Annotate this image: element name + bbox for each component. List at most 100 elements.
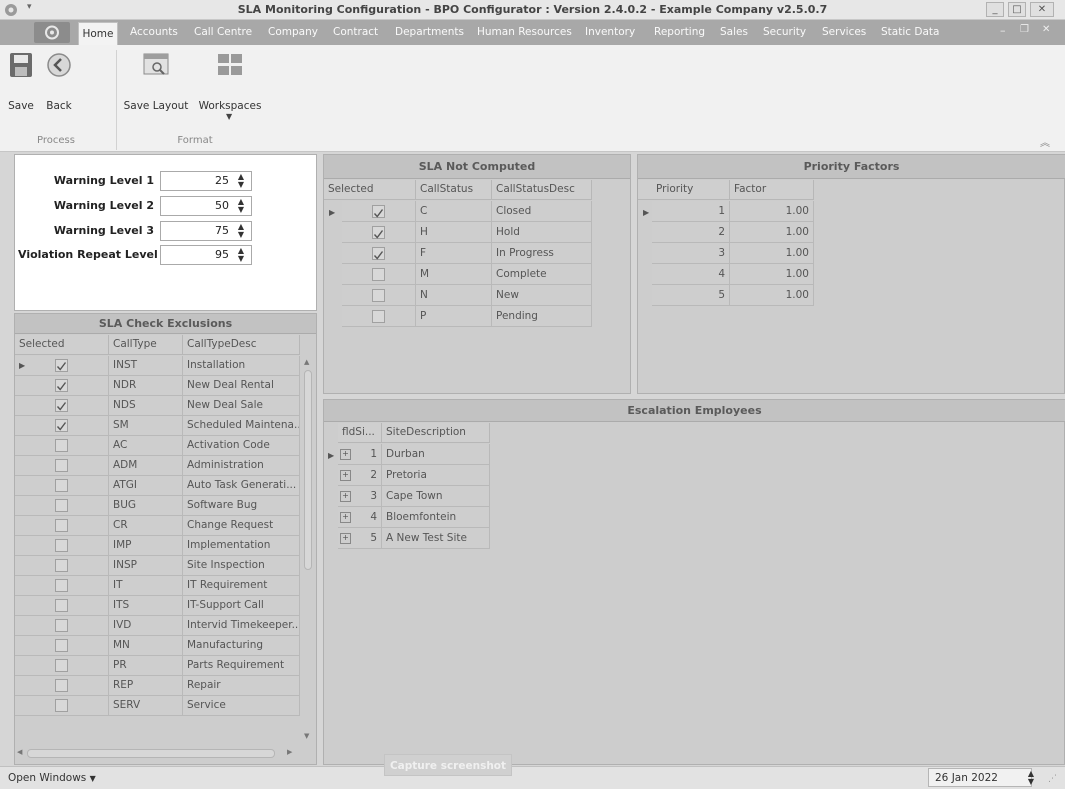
row-priority-cell[interactable]: 5 bbox=[652, 285, 730, 306]
expand-plus-icon[interactable]: + bbox=[340, 490, 351, 502]
tab-accounts[interactable]: Accounts bbox=[130, 20, 178, 45]
collapse-ribbon-icon[interactable]: ︽ bbox=[1040, 134, 1054, 149]
table-row[interactable]: BUG Software Bug bbox=[15, 496, 301, 516]
back-button[interactable]: Back bbox=[40, 52, 76, 124]
row-callstatus-cell[interactable]: N bbox=[416, 285, 492, 306]
scroll-right-icon[interactable]: ▶ bbox=[287, 748, 292, 756]
table-row[interactable]: ▶ +1 Durban bbox=[324, 444, 492, 465]
row-selected-cell[interactable] bbox=[15, 516, 109, 536]
row-sitedescription-cell[interactable]: Bloemfontein bbox=[382, 507, 490, 528]
date-field[interactable]: 26 Jan 2022 bbox=[928, 768, 1032, 787]
table-row[interactable]: INSP Site Inspection bbox=[15, 556, 301, 576]
table-row[interactable]: ITS IT-Support Call bbox=[15, 596, 301, 616]
row-priority-cell[interactable]: 3 bbox=[652, 243, 730, 264]
row-priority-cell[interactable]: 2 bbox=[652, 222, 730, 243]
row-calltype-cell[interactable]: MN bbox=[109, 636, 183, 656]
row-selected-cell[interactable] bbox=[15, 396, 109, 416]
row-calltypedesc-cell[interactable]: Repair bbox=[183, 676, 300, 696]
row-selected-cell[interactable] bbox=[342, 201, 416, 222]
row-calltype-cell[interactable]: IT bbox=[109, 576, 183, 596]
row-calltypedesc-cell[interactable]: Parts Requirement bbox=[183, 656, 300, 676]
row-selected-cell[interactable] bbox=[342, 285, 416, 306]
row-fldsite-cell[interactable]: +2 bbox=[338, 465, 382, 486]
resize-grip-icon[interactable]: ⋰ bbox=[1048, 774, 1060, 786]
date-spin-icon[interactable]: ▲ ▼ bbox=[1026, 770, 1036, 786]
row-fldsite-cell[interactable]: +5 bbox=[338, 528, 382, 549]
table-row[interactable]: 4 1.00 bbox=[638, 264, 816, 285]
table-row[interactable]: M Complete bbox=[324, 264, 594, 285]
row-selected-cell[interactable] bbox=[15, 616, 109, 636]
row-calltypedesc-cell[interactable]: New Deal Sale bbox=[183, 396, 300, 416]
checkbox-icon[interactable] bbox=[372, 288, 385, 302]
close-window-button[interactable]: ✕ bbox=[1030, 2, 1054, 17]
row-calltype-cell[interactable]: AC bbox=[109, 436, 183, 456]
row-selected-cell[interactable]: ▶ bbox=[15, 356, 109, 376]
exclusions-horizontal-scrollbar[interactable]: ◀ ▶ bbox=[15, 746, 301, 762]
row-selected-cell[interactable] bbox=[15, 456, 109, 476]
row-calltypedesc-cell[interactable]: Installation bbox=[183, 356, 300, 376]
checkbox-icon[interactable] bbox=[55, 598, 68, 612]
table-row[interactable]: SM Scheduled Maintena... bbox=[15, 416, 301, 436]
table-row[interactable]: +4 Bloemfontein bbox=[324, 507, 492, 528]
row-selected-cell[interactable] bbox=[342, 222, 416, 243]
row-callstatusdesc-cell[interactable]: Closed bbox=[492, 201, 592, 222]
row-sitedescription-cell[interactable]: Pretoria bbox=[382, 465, 490, 486]
checkbox-icon[interactable] bbox=[372, 267, 385, 281]
escalation-col-fldsite[interactable]: fldSi... bbox=[338, 423, 382, 443]
checkbox-icon[interactable] bbox=[55, 658, 68, 672]
row-selected-cell[interactable] bbox=[15, 696, 109, 716]
row-calltype-cell[interactable]: INST bbox=[109, 356, 183, 376]
row-selected-cell[interactable] bbox=[342, 243, 416, 264]
save-layout-button[interactable]: Save Layout bbox=[120, 52, 192, 124]
checkbox-icon[interactable] bbox=[55, 398, 68, 412]
table-row[interactable]: H Hold bbox=[324, 222, 594, 243]
notcomp-col-callstatus[interactable]: CallStatus bbox=[416, 180, 492, 200]
row-selected-cell[interactable] bbox=[15, 536, 109, 556]
table-row[interactable]: +2 Pretoria bbox=[324, 465, 492, 486]
table-row[interactable]: N New bbox=[324, 285, 594, 306]
expand-plus-icon[interactable]: + bbox=[340, 448, 351, 460]
priority-col-factor[interactable]: Factor bbox=[730, 180, 814, 200]
row-callstatus-cell[interactable]: C bbox=[416, 201, 492, 222]
checkbox-icon[interactable] bbox=[55, 498, 68, 512]
checkbox-icon[interactable] bbox=[55, 558, 68, 572]
table-row[interactable]: SERV Service bbox=[15, 696, 301, 716]
row-sitedescription-cell[interactable]: A New Test Site bbox=[382, 528, 490, 549]
row-selected-cell[interactable] bbox=[15, 636, 109, 656]
row-calltypedesc-cell[interactable]: Scheduled Maintena... bbox=[183, 416, 300, 436]
row-factor-cell[interactable]: 1.00 bbox=[730, 201, 814, 222]
tab-home[interactable]: Home bbox=[78, 22, 118, 45]
table-row[interactable]: IMP Implementation bbox=[15, 536, 301, 556]
row-callstatusdesc-cell[interactable]: Complete bbox=[492, 264, 592, 285]
capture-screenshot-button[interactable]: Capture screenshot bbox=[384, 754, 512, 776]
row-calltypedesc-cell[interactable]: Implementation bbox=[183, 536, 300, 556]
checkbox-icon[interactable] bbox=[55, 378, 68, 392]
row-calltype-cell[interactable]: SERV bbox=[109, 696, 183, 716]
checkbox-icon[interactable] bbox=[55, 418, 68, 432]
exclusions-vertical-scrollbar[interactable]: ▲ ▼ bbox=[301, 356, 315, 744]
row-calltype-cell[interactable]: INSP bbox=[109, 556, 183, 576]
exclusions-col-selected[interactable]: Selected bbox=[15, 335, 109, 355]
checkbox-icon[interactable] bbox=[372, 246, 385, 260]
row-selected-cell[interactable] bbox=[15, 576, 109, 596]
checkbox-icon[interactable] bbox=[55, 538, 68, 552]
warning-level-2-spin-icon[interactable]: ▲ ▼ bbox=[236, 198, 246, 214]
mdi-close-icon[interactable]: ✕ bbox=[1042, 24, 1054, 40]
row-calltype-cell[interactable]: ATGI bbox=[109, 476, 183, 496]
tab-company[interactable]: Company bbox=[268, 20, 318, 45]
row-factor-cell[interactable]: 1.00 bbox=[730, 264, 814, 285]
row-fldsite-cell[interactable]: +3 bbox=[338, 486, 382, 507]
row-calltypedesc-cell[interactable]: Intervid Timekeeper... bbox=[183, 616, 300, 636]
table-row[interactable]: F In Progress bbox=[324, 243, 594, 264]
row-factor-cell[interactable]: 1.00 bbox=[730, 285, 814, 306]
table-row[interactable]: 3 1.00 bbox=[638, 243, 816, 264]
table-row[interactable]: ▶ 1 1.00 bbox=[638, 201, 816, 222]
checkbox-icon[interactable] bbox=[55, 458, 68, 472]
table-row[interactable]: NDR New Deal Rental bbox=[15, 376, 301, 396]
row-priority-cell[interactable]: 1 bbox=[652, 201, 730, 222]
row-callstatusdesc-cell[interactable]: In Progress bbox=[492, 243, 592, 264]
row-calltype-cell[interactable]: ITS bbox=[109, 596, 183, 616]
row-calltype-cell[interactable]: SM bbox=[109, 416, 183, 436]
mdi-minimize-icon[interactable]: – bbox=[1000, 24, 1012, 40]
row-calltypedesc-cell[interactable]: Administration bbox=[183, 456, 300, 476]
